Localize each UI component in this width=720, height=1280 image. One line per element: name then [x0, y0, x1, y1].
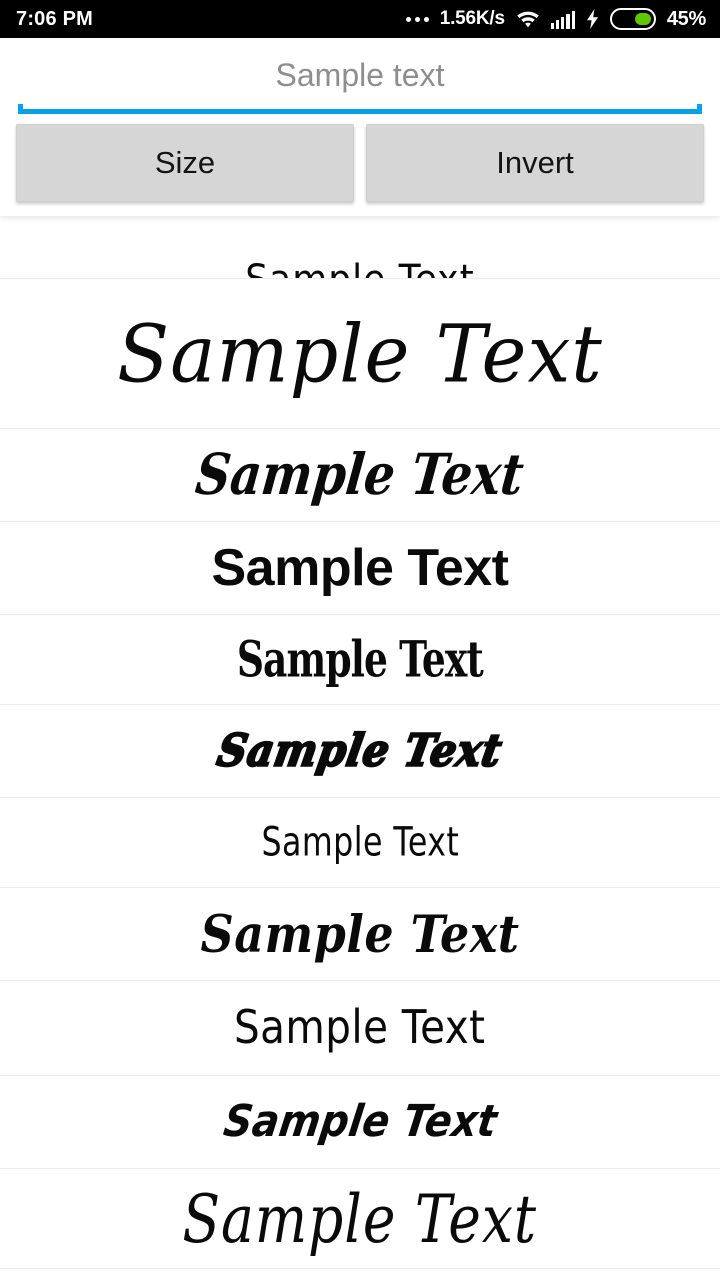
font-row-sans-bold[interactable]: Sample Text [0, 522, 720, 615]
font-row-brush-slant[interactable]: Sample Text [0, 1076, 720, 1169]
font-sample-text: Sample Text [234, 1000, 486, 1055]
font-sample-text: Sample Text [192, 441, 528, 509]
cellular-signal-icon [550, 10, 575, 29]
font-row-handwriting-thin[interactable]: Sample Text [0, 206, 720, 279]
font-sample-text: Sample Text [211, 539, 509, 597]
font-preview-list[interactable]: Sample Text Sample Text Sample Text Sample … [0, 206, 720, 1280]
invert-button[interactable]: Invert [366, 124, 704, 202]
font-sample-text: Sample Text [220, 1096, 500, 1147]
app-root: Size Invert Sample TextSample TextSample… [0, 38, 720, 1280]
button-row: Size Invert [0, 114, 720, 216]
font-row-handwriting-tall[interactable]: Sample Text [0, 798, 720, 888]
font-sample-text: Sample Text [200, 903, 520, 965]
status-bar: 7:06 PM 1.56K/s 45% [0, 0, 720, 38]
font-sample-text: Sample Text [245, 260, 474, 278]
font-sample-text: Sample Text [213, 723, 508, 777]
font-row-script-ornate[interactable]: Sample Text [0, 888, 720, 981]
status-clock: 7:06 PM [16, 8, 93, 30]
text-input-wrapper [18, 50, 702, 114]
font-row-script-tall[interactable]: Sample Text [0, 1169, 720, 1269]
battery-percent-label: 45% [666, 7, 706, 30]
network-speed-label: 1.56K/s [439, 8, 505, 29]
font-row-outline-script[interactable]: Sample Text [0, 705, 720, 798]
font-sample-text: Sample Text [261, 818, 459, 865]
font-row-script-formal[interactable]: Sample Text [0, 279, 720, 429]
battery-icon [609, 8, 656, 30]
font-sample-text: Sample Text [182, 1179, 538, 1258]
sample-text-input[interactable] [18, 50, 702, 108]
font-sample-text: Sample Text [237, 629, 484, 689]
font-row-script-bold[interactable]: Sample Text [0, 429, 720, 522]
more-dots-icon [405, 16, 429, 22]
size-button[interactable]: Size [16, 124, 354, 202]
input-underline [18, 104, 702, 114]
font-row-rounded-handwriting[interactable]: Sample Text [0, 981, 720, 1076]
font-row-blackletter[interactable]: Sample Text [0, 615, 720, 705]
font-sample-text: Sample Text [117, 306, 603, 400]
charging-bolt-icon [586, 9, 599, 29]
controls-panel: Size Invert [0, 38, 720, 216]
wifi-icon [516, 10, 540, 29]
status-icons: 1.56K/s 45% [405, 7, 706, 31]
